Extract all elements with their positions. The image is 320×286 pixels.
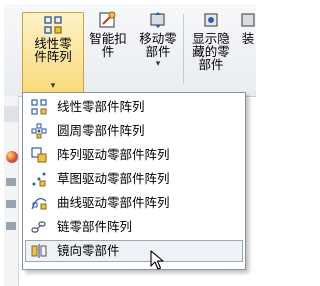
mirror-component-icon [31,244,47,258]
menu-item-sketch-driven[interactable]: 草图驱动零部件阵列 [25,168,243,190]
linear-pattern-icon [44,16,62,34]
menu-item-mirror-component[interactable]: 镜向零部件 [25,240,243,262]
menu-item-curve-driven[interactable]: 曲线驱动零部件阵列 [25,192,243,214]
solidworks-window: 线性零 件阵列 ▾ 智能扣 件 移动零 部件 ▾ 显示隐 藏的零 部件 装 线性… [0,0,256,286]
menu-item-label: 曲线驱动零部件阵列 [57,195,170,210]
assembly-feature-button[interactable]: 装 [240,10,256,45]
pattern-dropdown-menu: 线性零部件阵列 圆周零部件阵列 阵列驱动零部件阵列 草图驱动零部件阵列 曲线驱动… [22,92,246,270]
smart-fastener-label-2: 件 [101,44,115,59]
feature-tree-tab[interactable] [4,106,18,122]
menu-item-label: 链零部件阵列 [57,219,133,234]
linear-pattern-button[interactable]: 线性零 件阵列 ▾ [22,12,84,98]
ribbon-separator [183,14,184,84]
smart-fastener-icon [99,11,116,28]
move-component-icon [150,12,165,28]
tree-node-icon [6,178,16,186]
assembly-icon [241,13,255,27]
tree-node-icon [6,222,16,230]
menu-item-linear-pattern[interactable]: 线性零部件阵列 [25,96,243,118]
appearance-icon[interactable] [6,151,18,163]
curve-driven-icon [31,197,47,210]
assembly-feature-label-1: 装 [241,31,255,45]
show-hidden-label-3: 部件 [198,57,224,72]
feature-tree-edge [4,96,19,286]
move-component-label-2: 部件 [145,44,171,59]
pattern-driven-icon [31,147,47,163]
menu-item-chain-pattern[interactable]: 链零部件阵列 [25,216,243,238]
tree-node-icon [6,200,16,208]
chevron-down-icon[interactable]: ▾ [134,58,182,71]
mouse-cursor-icon [150,250,164,270]
menu-item-label: 草图驱动零部件阵列 [57,171,170,186]
menu-item-label: 镜向零部件 [57,243,120,258]
move-component-button[interactable]: 移动零 部件 ▾ [134,10,182,71]
menu-item-circular-pattern[interactable]: 圆周零部件阵列 [25,120,243,142]
linear-pattern-label-2: 件阵列 [34,49,72,64]
command-manager-ribbon: 线性零 件阵列 ▾ 智能扣 件 移动零 部件 ▾ 显示隐 藏的零 部件 装 [4,4,256,98]
menu-item-label: 圆周零部件阵列 [57,123,145,138]
circular-pattern-icon [31,123,47,139]
menu-item-label: 阵列驱动零部件阵列 [57,147,170,162]
show-hidden-icon [204,13,218,27]
linear-pattern-icon [31,99,47,115]
chain-pattern-icon [31,221,46,233]
show-hidden-button[interactable]: 显示隐 藏的零 部件 [186,13,236,72]
smart-fastener-button[interactable]: 智能扣 件 [84,10,132,58]
menu-item-pattern-driven[interactable]: 阵列驱动零部件阵列 [25,144,243,166]
sketch-driven-icon [32,172,46,187]
menu-item-label: 线性零部件阵列 [57,99,145,114]
